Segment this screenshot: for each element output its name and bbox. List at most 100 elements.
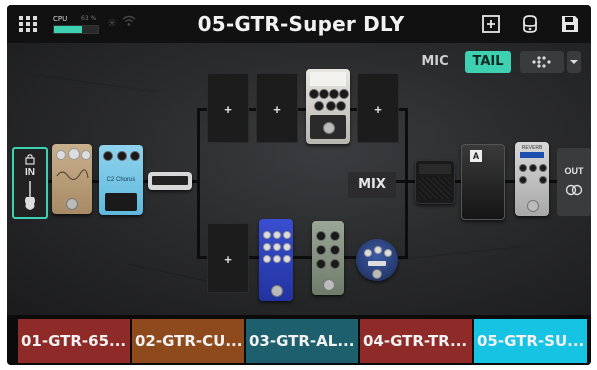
layout-button[interactable] [520, 51, 564, 73]
cpu-percent: 63 % [81, 15, 97, 22]
knob-icon [273, 255, 281, 263]
knob-icon [539, 164, 547, 172]
amp-head-block[interactable] [148, 172, 192, 190]
preset-tab-05[interactable]: 05-GTR-SU... [474, 319, 587, 363]
add-block-symbol: + [224, 252, 232, 267]
knob-icon [283, 243, 291, 251]
knob-icon [330, 259, 340, 269]
knob-icon [283, 231, 291, 239]
save-icon[interactable] [560, 14, 580, 34]
drive-pedal[interactable] [52, 144, 92, 214]
footswitch-icon [372, 269, 382, 279]
merge-wire-vertical [405, 108, 408, 259]
preset-tab-04[interactable]: 04-GTR-TR... [360, 319, 472, 363]
knob-icon [519, 176, 527, 184]
output-block[interactable]: OUT [557, 148, 591, 216]
green-pedal[interactable] [312, 221, 344, 295]
knob-icon [68, 148, 80, 160]
guitar-icon [25, 181, 35, 210]
add-block-symbol: + [374, 102, 382, 117]
preset-tab-01[interactable]: 01-GTR-65... [18, 319, 130, 363]
knob-icon [336, 101, 346, 111]
chevron-down-icon [570, 60, 578, 64]
tail-button[interactable]: TAIL [465, 51, 511, 73]
preset-tab-03[interactable]: 03-GTR-AL... [246, 319, 358, 363]
knob-icon [130, 151, 140, 161]
knob-icon [56, 150, 66, 160]
knob-icon [330, 245, 340, 255]
knob-icon [263, 231, 271, 239]
wifi-icon[interactable] [122, 15, 136, 27]
knob-icon [316, 231, 326, 241]
tuner-icon[interactable] [520, 14, 540, 34]
knob-icon [326, 101, 336, 111]
grid-menu-icon[interactable] [19, 16, 37, 32]
knob-icon [309, 89, 319, 99]
knob-icon [316, 245, 326, 255]
cpu-label: CPU [53, 15, 68, 23]
knob-icon [283, 255, 291, 263]
pedal-footplate [105, 193, 137, 211]
footswitch-icon [323, 122, 335, 134]
empty-slot[interactable]: + [207, 223, 249, 293]
empty-slot[interactable]: + [357, 73, 399, 143]
knob-icon [117, 151, 127, 161]
volume-pedal-letter: A [470, 150, 482, 162]
chorus-pedal[interactable]: C2 Chorus [99, 145, 143, 215]
empty-slot[interactable]: + [207, 73, 249, 143]
volume-pedal[interactable]: A [461, 144, 505, 220]
drive-pedal-script-graphic [56, 169, 89, 181]
knob-icon [316, 259, 326, 269]
input-label: IN [25, 167, 35, 178]
amp-block-panel [419, 164, 451, 174]
bluetooth-icon[interactable]: ✳ [107, 16, 117, 30]
input-block[interactable]: IN [12, 147, 48, 219]
knob-icon [314, 101, 324, 111]
knob-icon [263, 243, 271, 251]
amp-head-panel [152, 176, 188, 185]
empty-slot[interactable]: + [256, 73, 298, 143]
signal-chain-canvas: MIC TAIL IN C2 Chorus + + + + MIX A REVE… [7, 43, 591, 315]
knob-icon [319, 89, 329, 99]
knob-icon [273, 243, 281, 251]
reverb-pedal[interactable]: REVERB [515, 142, 549, 216]
device-screen: CPU 63 % ✳ 05-GTR-Super DLY MIC TAIL IN … [7, 5, 591, 365]
amp-grille [419, 177, 451, 199]
add-block-symbol: + [224, 102, 232, 117]
preset-tab-02[interactable]: 02-GTR-CU... [132, 319, 244, 363]
knob-icon [529, 164, 537, 172]
lock-icon [25, 154, 35, 165]
blue-pedal[interactable] [259, 219, 293, 301]
layout-dropdown-button[interactable] [567, 51, 581, 73]
delay-pedal[interactable] [306, 69, 350, 144]
stereo-rings-icon [565, 184, 583, 196]
chorus-label: C2 Chorus [106, 177, 136, 183]
round-pedal-label-plate [368, 261, 386, 266]
knob-icon [374, 246, 382, 254]
knob-icon [364, 249, 372, 257]
knob-icon [329, 89, 339, 99]
mix-block[interactable]: MIX [348, 172, 396, 198]
knob-icon [330, 231, 340, 241]
amp-block[interactable] [415, 160, 455, 204]
preset-title[interactable]: 05-GTR-Super DLY [191, 12, 411, 36]
add-block-symbol: + [273, 102, 281, 117]
knob-icon [81, 150, 91, 160]
mic-button[interactable]: MIC [416, 51, 454, 73]
split-wire-vertical [197, 108, 200, 258]
reverb-label: REVERB [521, 145, 543, 151]
knob-icon [263, 255, 271, 263]
knob-icon [339, 89, 349, 99]
round-pedal[interactable] [356, 239, 398, 281]
knob-icon [384, 249, 392, 257]
add-box-icon[interactable] [481, 14, 501, 34]
layout-dots-icon [532, 56, 551, 68]
cpu-meter [53, 25, 99, 34]
footswitch-icon [323, 279, 335, 291]
knob-icon [539, 176, 547, 184]
footswitch-icon [66, 198, 78, 210]
setlist-bar: 01-GTR-65... 02-GTR-CU... 03-GTR-AL... 0… [7, 315, 591, 365]
footswitch-icon [527, 200, 539, 212]
knob-icon [103, 151, 113, 161]
knob-icon [273, 231, 281, 239]
